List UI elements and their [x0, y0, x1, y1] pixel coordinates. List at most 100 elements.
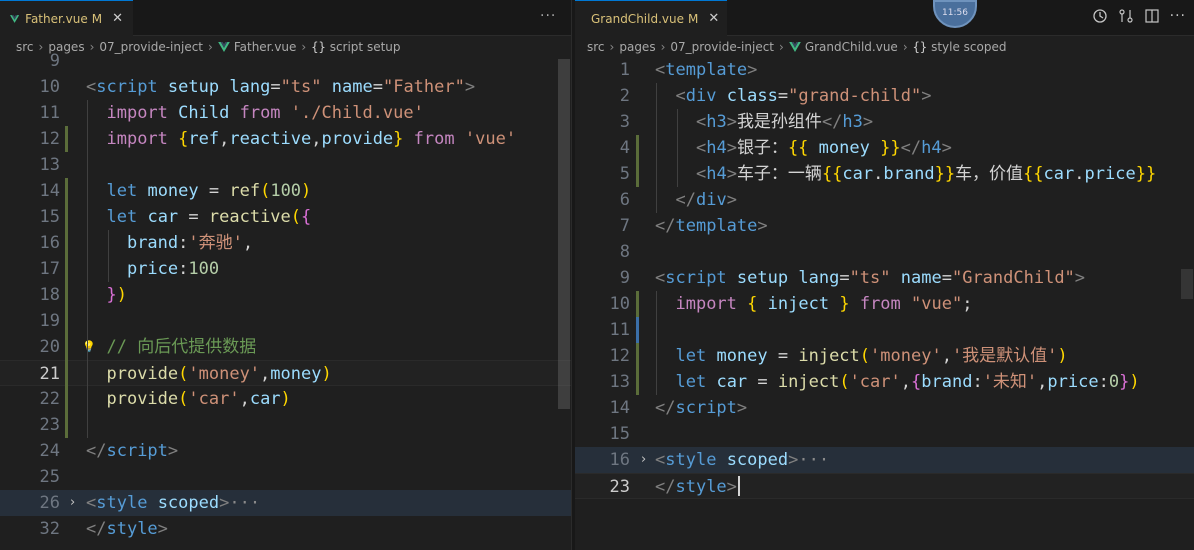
- code-line[interactable]: 12 import {ref,reactive,provide} from 'v…: [0, 126, 571, 152]
- code-line[interactable]: 20 // 向后代提供数据 💡: [0, 334, 571, 360]
- code-line[interactable]: 9 <script setup lang="ts" name="GrandChil…: [575, 265, 1194, 291]
- code-editor[interactable]: 1 <template> 2 <div class="grand-child"> 3 …: [575, 59, 1194, 550]
- scrollbar-thumb[interactable]: [1181, 269, 1193, 299]
- code-token: >: [862, 112, 874, 132]
- code-line[interactable]: 16 brand:'奔驰',: [0, 230, 571, 256]
- code-line[interactable]: 23: [0, 412, 571, 438]
- code-token: inject: [777, 372, 840, 392]
- code-editor[interactable]: 9 10 <script setup lang="ts" name="Father"…: [0, 51, 571, 550]
- lightbulb-icon[interactable]: 💡: [82, 334, 96, 360]
- code-line[interactable]: 18 }): [0, 282, 571, 308]
- close-icon[interactable]: ✕: [112, 11, 123, 26]
- code-token: "vue": [911, 294, 963, 314]
- close-icon[interactable]: ✕: [708, 11, 719, 26]
- code-token: './Child.vue': [290, 103, 424, 123]
- code-line[interactable]: 17 price:100: [0, 256, 571, 282]
- code-token: <: [655, 60, 666, 80]
- code-token: >: [941, 138, 952, 158]
- breadcrumb-item[interactable]: style scoped: [931, 40, 1006, 54]
- code-line[interactable]: 14 </script>: [575, 395, 1194, 421]
- vue-file-icon: [10, 14, 20, 23]
- code-line[interactable]: 12 let money = inject('money','我是默认值'): [575, 343, 1194, 369]
- code-line[interactable]: 10 import { inject } from "vue";: [575, 291, 1194, 317]
- code-token: h4: [706, 138, 727, 158]
- scrollbar-thumb[interactable]: [558, 59, 570, 409]
- code-token: }: [393, 129, 404, 149]
- code-line[interactable]: 15 let car = reactive({: [0, 204, 571, 230]
- code-line[interactable]: 24 </script>: [0, 438, 571, 464]
- code-token: }}: [934, 164, 956, 184]
- code-token: car: [716, 372, 748, 392]
- code-line[interactable]: 26 <style scoped>··· ›: [0, 490, 571, 516]
- git-change-marker[interactable]: [636, 317, 639, 343]
- breadcrumb-item[interactable]: src: [587, 40, 605, 54]
- code-text: <div class="grand-child">: [655, 83, 931, 109]
- code-line[interactable]: 7 </template>: [575, 213, 1194, 239]
- tab-grandchild-vue[interactable]: GrandChild.vue M ✕: [575, 0, 727, 36]
- compare-changes-icon[interactable]: [1118, 8, 1134, 24]
- vertical-scrollbar[interactable]: [1180, 59, 1194, 550]
- code-token: ): [321, 364, 332, 384]
- breadcrumb-item[interactable]: 07_provide-inject: [670, 40, 774, 54]
- code-line[interactable]: 15: [575, 421, 1194, 447]
- code-line[interactable]: 14 let money = ref(100): [0, 178, 571, 204]
- more-actions-icon[interactable]: ···: [540, 8, 556, 24]
- vertical-scrollbar[interactable]: [557, 59, 571, 550]
- breadcrumb-item[interactable]: pages: [619, 40, 655, 54]
- code-token: template: [675, 216, 758, 236]
- breadcrumb-item[interactable]: GrandChild.vue: [805, 40, 898, 54]
- fold-chevron-icon[interactable]: ›: [641, 447, 646, 473]
- code-line[interactable]: 4 <h4>银子：{{ money }}</h4>: [575, 135, 1194, 161]
- code-line[interactable]: 3 <h3>我是孙组件</h3>: [575, 109, 1194, 135]
- code-token: :: [1098, 372, 1109, 392]
- fold-chevron-icon[interactable]: ›: [70, 490, 75, 516]
- code-token: {{: [1023, 164, 1044, 184]
- split-editor-icon[interactable]: [1144, 8, 1160, 24]
- line-number: 21: [39, 364, 60, 384]
- git-change-marker[interactable]: [636, 135, 639, 187]
- code-line[interactable]: 22 provide('car',car): [0, 386, 571, 412]
- code-line[interactable]: 6 </div>: [575, 187, 1194, 213]
- code-token: '未知': [982, 372, 1038, 392]
- code-line[interactable]: 21 provide('money',money): [0, 360, 571, 386]
- code-token: div: [695, 190, 727, 210]
- code-line[interactable]: 19: [0, 308, 571, 334]
- code-line[interactable]: 25: [0, 464, 571, 490]
- code-text: <template>: [655, 57, 757, 83]
- code-line[interactable]: 16 <style scoped>··· ›: [575, 447, 1194, 473]
- code-token: from: [239, 103, 281, 123]
- code-token: "ts": [849, 268, 891, 288]
- code-line[interactable]: 13 let car = inject('car',{brand:'未知',pr…: [575, 369, 1194, 395]
- code-line[interactable]: 32 </style>: [0, 516, 571, 542]
- code-line[interactable]: 9: [0, 48, 571, 74]
- code-token: ,: [242, 233, 254, 253]
- code-line[interactable]: 5 <h4>车子：一辆{{car.brand}}车，价值{{car.price}…: [575, 161, 1194, 187]
- code-line[interactable]: 8: [575, 239, 1194, 265]
- git-change-marker[interactable]: [65, 126, 68, 152]
- code-token: style: [675, 477, 727, 497]
- code-line[interactable]: 1 <template>: [575, 57, 1194, 83]
- code-token: 车子：一辆: [736, 164, 822, 184]
- code-line[interactable]: 13: [0, 152, 571, 178]
- git-change-marker[interactable]: [636, 343, 639, 395]
- code-line[interactable]: 23 </style>: [575, 473, 1194, 499]
- more-actions-icon[interactable]: ···: [1170, 8, 1186, 24]
- code-line[interactable]: 11: [575, 317, 1194, 343]
- code-token: "ts": [280, 77, 322, 97]
- git-change-marker[interactable]: [636, 291, 639, 317]
- code-line[interactable]: 11 import Child from './Child.vue': [0, 100, 571, 126]
- history-icon[interactable]: [1092, 8, 1108, 24]
- code-line[interactable]: 10 <script setup lang="ts" name="Father">: [0, 74, 571, 100]
- code-line[interactable]: 2 <div class="grand-child">: [575, 83, 1194, 109]
- tab-father-vue[interactable]: Father.vue M ✕: [0, 0, 133, 36]
- code-text: let money = ref(100): [86, 178, 311, 204]
- git-change-marker[interactable]: [65, 178, 68, 438]
